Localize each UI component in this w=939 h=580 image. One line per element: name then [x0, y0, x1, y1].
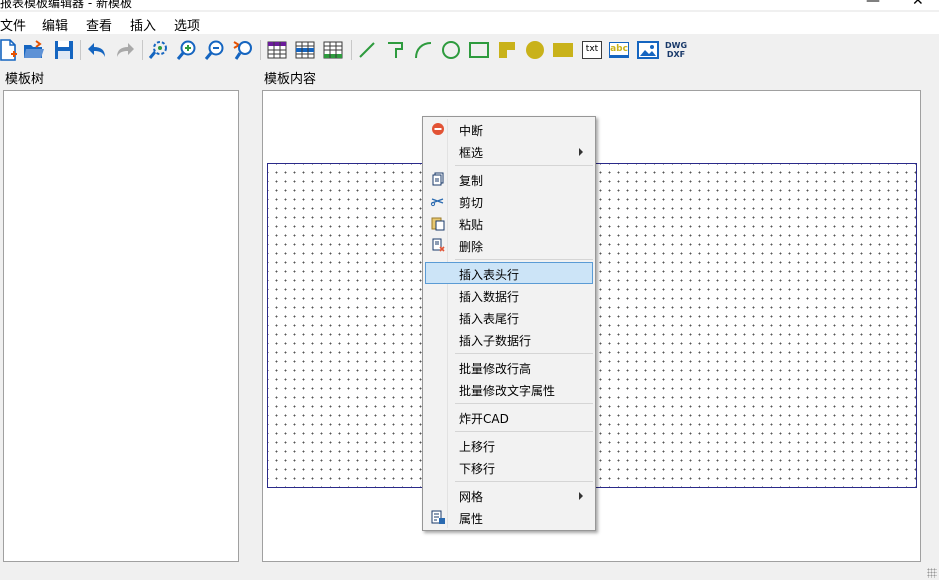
- menu-item-move-row-down[interactable]: 下移行: [425, 456, 593, 478]
- menu-item-insert-child-data-row[interactable]: 插入子数据行: [425, 328, 593, 350]
- polyline-icon[interactable]: [383, 37, 407, 63]
- menu-item-copy[interactable]: 复制: [425, 168, 593, 190]
- table-header-icon[interactable]: [265, 37, 289, 63]
- copy-icon: [432, 172, 444, 186]
- context-menu: 中断 框选 复制 剪切 粘贴 删除 插入表头行 插入数据行 插入表尾行 插入子数…: [422, 116, 596, 531]
- zoom-in-icon[interactable]: [175, 37, 199, 63]
- title-bar: 报表模板编辑器 - 新模板 — ✕: [0, 0, 939, 10]
- menu-item-insert-footer-row-label: 插入表尾行: [459, 312, 520, 326]
- text-icon-label: txt: [582, 41, 602, 59]
- menu-bar: 文件 编辑 查看 插入 选项: [0, 12, 939, 34]
- scissors-icon: [430, 198, 444, 207]
- menu-item-grid[interactable]: 网格: [425, 484, 593, 506]
- menu-view[interactable]: 查看: [86, 15, 112, 34]
- close-button[interactable]: ✕: [912, 0, 924, 9]
- zoom-extents-icon[interactable]: [147, 37, 171, 63]
- menu-item-insert-data-row[interactable]: 插入数据行: [425, 284, 593, 306]
- template-content-title: 模板内容: [264, 72, 317, 87]
- menu-item-insert-header-row[interactable]: 插入表头行: [425, 262, 593, 284]
- resize-grip[interactable]: [927, 568, 937, 578]
- redo-icon[interactable]: [113, 37, 137, 63]
- zoom-out-icon[interactable]: [203, 37, 227, 63]
- filled-rectangle-icon[interactable]: [551, 37, 575, 63]
- menu-item-box-select-label: 框选: [459, 146, 484, 160]
- paste-icon: [431, 217, 445, 231]
- table-data-icon[interactable]: [293, 37, 317, 63]
- toolbar: txt abc DWG DXF: [0, 35, 939, 65]
- menu-item-explode-cad-label: 炸开CAD: [459, 412, 509, 426]
- dxf-label: DXF: [666, 50, 686, 59]
- menu-file[interactable]: 文件: [0, 15, 26, 34]
- menu-item-cut-label: 剪切: [459, 196, 484, 210]
- open-folder-icon[interactable]: [22, 37, 46, 63]
- save-icon[interactable]: [52, 37, 76, 63]
- solid-fill-icon[interactable]: [495, 37, 519, 63]
- menu-item-interrupt-label: 中断: [459, 124, 484, 138]
- menu-item-insert-footer-row[interactable]: 插入表尾行: [425, 306, 593, 328]
- menu-item-interrupt[interactable]: 中断: [425, 118, 593, 140]
- menu-item-delete[interactable]: 删除: [425, 234, 593, 256]
- line-icon[interactable]: [355, 37, 379, 63]
- menu-item-grid-label: 网格: [459, 490, 484, 504]
- menu-edit[interactable]: 编辑: [42, 15, 68, 34]
- attribute-text-icon[interactable]: abc: [607, 37, 631, 63]
- rectangle-icon[interactable]: [467, 37, 491, 63]
- menu-item-batch-row-height[interactable]: 批量修改行高: [425, 356, 593, 378]
- template-tree-panel[interactable]: [3, 90, 239, 562]
- dwg-dxf-icon[interactable]: DWG DXF: [664, 37, 688, 63]
- menu-item-copy-label: 复制: [459, 174, 484, 188]
- delete-icon: [432, 238, 445, 252]
- stop-icon: [432, 123, 444, 135]
- table-footer-icon[interactable]: [321, 37, 345, 63]
- template-tree-title: 模板树: [5, 72, 45, 87]
- menu-item-batch-text-props-label: 批量修改文字属性: [459, 384, 556, 398]
- submenu-arrow-icon: [579, 492, 583, 500]
- menu-item-properties-label: 属性: [459, 512, 484, 526]
- attribute-text-icon-label: abc: [609, 42, 629, 58]
- submenu-arrow-icon: [579, 148, 583, 156]
- arc-icon[interactable]: [411, 37, 435, 63]
- menu-item-move-row-up-label: 上移行: [459, 440, 496, 454]
- menu-item-paste-label: 粘贴: [459, 218, 484, 232]
- menu-options[interactable]: 选项: [174, 15, 200, 34]
- menu-item-insert-header-row-label: 插入表头行: [459, 268, 520, 282]
- minimize-button[interactable]: —: [866, 0, 880, 9]
- menu-item-insert-data-row-label: 插入数据行: [459, 290, 520, 304]
- menu-item-paste[interactable]: 粘贴: [425, 212, 593, 234]
- menu-item-insert-child-data-row-label: 插入子数据行: [459, 334, 532, 348]
- menu-item-cut[interactable]: 剪切: [425, 190, 593, 212]
- menu-item-box-select[interactable]: 框选: [425, 140, 593, 162]
- zoom-previous-icon[interactable]: [231, 37, 255, 63]
- menu-item-delete-label: 删除: [459, 240, 484, 254]
- image-icon[interactable]: [636, 37, 660, 63]
- properties-icon: [431, 510, 445, 524]
- menu-item-batch-text-props[interactable]: 批量修改文字属性: [425, 378, 593, 400]
- menu-insert[interactable]: 插入: [130, 15, 156, 34]
- menu-item-move-row-down-label: 下移行: [459, 462, 496, 476]
- menu-item-move-row-up[interactable]: 上移行: [425, 434, 593, 456]
- menu-item-explode-cad[interactable]: 炸开CAD: [425, 406, 593, 428]
- circle-icon[interactable]: [439, 37, 463, 63]
- window-title: 报表模板编辑器 - 新模板: [0, 0, 132, 10]
- text-icon[interactable]: txt: [580, 37, 604, 63]
- undo-icon[interactable]: [85, 37, 109, 63]
- menu-item-batch-row-height-label: 批量修改行高: [459, 362, 532, 376]
- menu-item-properties[interactable]: 属性: [425, 506, 593, 528]
- filled-circle-icon[interactable]: [523, 37, 547, 63]
- dwg-label: DWG: [664, 41, 688, 50]
- new-file-icon[interactable]: [0, 37, 20, 63]
